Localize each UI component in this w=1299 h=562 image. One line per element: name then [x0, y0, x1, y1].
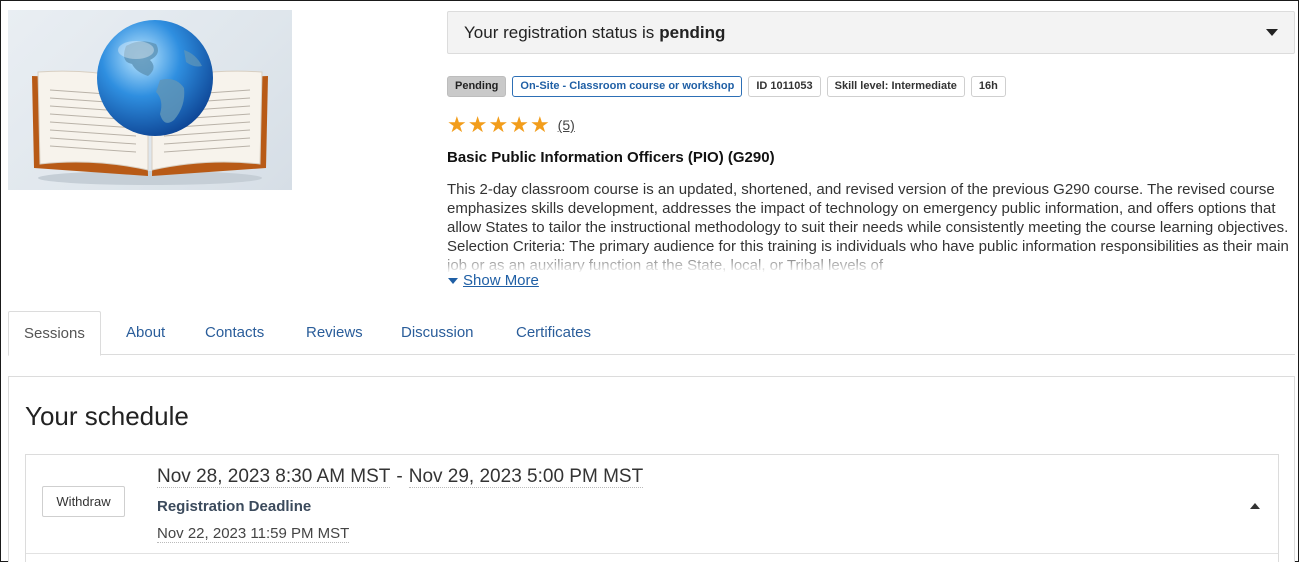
course-title: Basic Public Information Officers (PIO) … [447, 149, 775, 166]
status-prefix: Your registration status is [464, 22, 655, 42]
caret-down-icon [448, 277, 458, 284]
session-divider [26, 553, 1278, 554]
session-end: Nov 29, 2023 5:00 PM MST [408, 466, 644, 488]
tab-discussion[interactable]: Discussion [401, 311, 474, 355]
tab-sessions[interactable]: Sessions [8, 311, 101, 356]
date-separator: - [396, 466, 403, 487]
star-icon: ★ [447, 112, 467, 137]
registration-deadline-value: Nov 22, 2023 11:59 PM MST [157, 525, 350, 543]
rating-count-link[interactable]: (5) [558, 117, 575, 133]
session-card: Withdraw Nov 28, 2023 8:30 AM MST - Nov 29… [25, 454, 1279, 562]
star-icon: ★ [529, 112, 550, 137]
schedule-panel: Your schedule Withdraw Nov 28, 2023 8:30… [8, 376, 1295, 562]
star-icon: ★ [467, 112, 488, 137]
registration-status-dropdown[interactable]: Your registration status is pending [447, 11, 1295, 54]
session-dates: Nov 28, 2023 8:30 AM MST - Nov 29, 2023 5:… [157, 466, 644, 488]
caret-down-icon [1266, 29, 1278, 36]
registration-deadline-label: Registration Deadline [157, 498, 312, 515]
course-id-badge: ID 1011053 [748, 76, 821, 97]
show-more-link[interactable]: Show More [448, 272, 539, 289]
tab-contacts[interactable]: Contacts [205, 311, 264, 355]
tab-reviews[interactable]: Reviews [306, 311, 363, 355]
duration-badge: 16h [970, 76, 1006, 97]
course-badges: Pending On-Site - Classroom course or wo… [447, 76, 1006, 98]
tab-certificates[interactable]: Certificates [516, 311, 591, 355]
star-icon: ★ [509, 112, 529, 137]
course-thumbnail [8, 10, 292, 190]
tab-about[interactable]: About [126, 311, 165, 355]
course-tabs: Sessions About Contacts Reviews Discussi… [8, 311, 1295, 356]
withdraw-button[interactable]: Withdraw [42, 486, 125, 517]
course-description: This 2-day classroom course is an update… [447, 180, 1295, 272]
caret-up-icon[interactable] [1250, 503, 1260, 509]
status-value: pending [659, 22, 726, 42]
schedule-title: Your schedule [25, 401, 189, 431]
show-more-label: Show More [463, 272, 539, 289]
globe-book-image [32, 20, 268, 185]
skill-level-badge: Skill level: Intermediate [826, 76, 965, 97]
pending-badge: Pending [447, 76, 507, 97]
course-rating: ★ ★ ★ ★ ★ (5) [447, 114, 575, 136]
session-start: Nov 28, 2023 8:30 AM MST [157, 466, 391, 488]
delivery-type-badge: On-Site - Classroom course or workshop [512, 76, 743, 97]
star-icon: ★ [488, 112, 509, 137]
